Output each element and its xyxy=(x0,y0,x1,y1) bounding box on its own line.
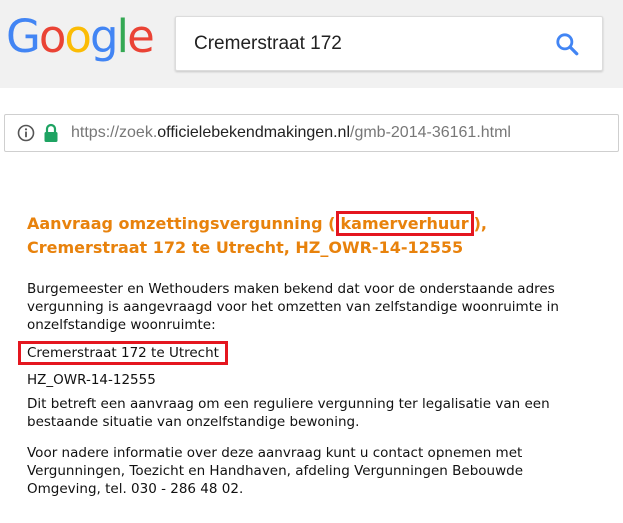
title-highlight: kamerverhuur xyxy=(335,211,474,236)
lock-icon xyxy=(44,123,58,142)
google-logo[interactable]: Google xyxy=(6,10,155,63)
url-path: /gmb-2014-36161.html xyxy=(350,124,511,141)
article-title: Aanvraag omzettingsvergunning (kamerverh… xyxy=(27,211,587,260)
logo-letter: o xyxy=(64,10,92,63)
logo-letter: G xyxy=(6,10,41,63)
address-highlight: Cremerstraat 172 te Utrecht xyxy=(18,341,228,365)
case-number: HZ_OWR-14-12555 xyxy=(27,372,156,388)
info-icon[interactable] xyxy=(17,124,35,142)
description-paragraph: Dit betreft een aanvraag om een regulier… xyxy=(27,396,550,430)
logo-letter: e xyxy=(127,10,155,63)
intro-paragraph: Burgemeester en Wethouders maken bekend … xyxy=(27,281,559,333)
search-input[interactable] xyxy=(194,17,534,70)
url-domain: officielebekendmakingen.nl xyxy=(157,124,350,141)
logo-letter: o xyxy=(38,10,67,63)
contact-paragraph: Voor nadere informatie over deze aanvraa… xyxy=(27,445,524,497)
search-icon[interactable] xyxy=(554,31,580,57)
url-text[interactable]: https://zoek.officielebekendmakingen.nl/… xyxy=(71,124,511,142)
title-text-after: ), xyxy=(473,214,487,233)
search-box xyxy=(175,16,603,71)
title-text-before: Aanvraag omzettingsvergunning ( xyxy=(27,214,336,233)
logo-letter: g xyxy=(89,10,119,63)
title-line-2: Cremerstraat 172 te Utrecht, HZ_OWR-14-1… xyxy=(27,238,464,257)
title-line-1: Aanvraag omzettingsvergunning (kamerverh… xyxy=(27,211,587,236)
url-prefix: https://zoek. xyxy=(71,124,158,141)
address-bar[interactable]: https://zoek.officielebekendmakingen.nl/… xyxy=(4,114,619,152)
logo-letter: l xyxy=(116,10,129,63)
google-header: Google xyxy=(0,0,623,88)
